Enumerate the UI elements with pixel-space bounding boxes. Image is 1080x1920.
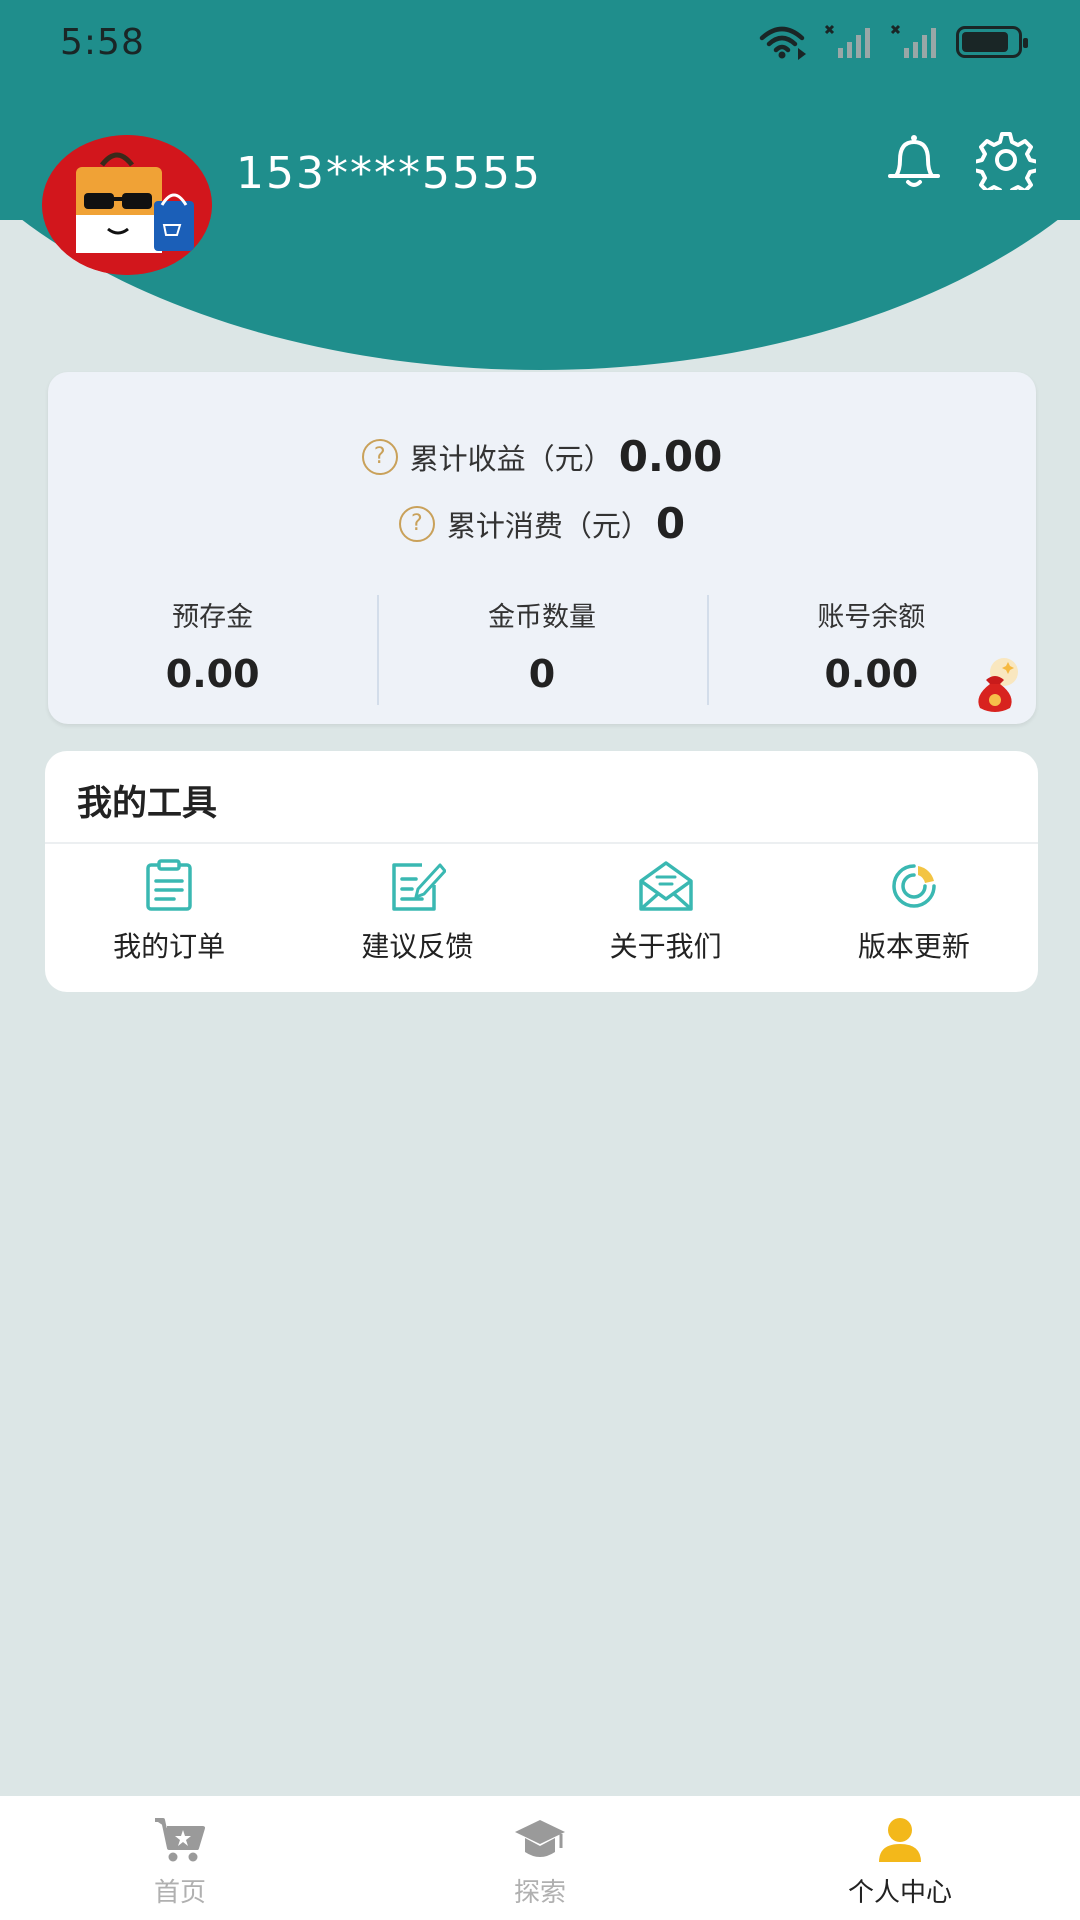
stat-coins[interactable]: 金币数量 0	[377, 587, 706, 705]
nav-home-label: 首页	[153, 1878, 206, 1908]
graduation-cap-icon	[515, 1820, 565, 1857]
tool-my-orders-label: 我的订单	[113, 930, 226, 963]
stat-prepaid-value: 0.00	[165, 652, 260, 696]
wifi-icon	[759, 26, 806, 60]
nav-profile[interactable]: 个人中心	[720, 1796, 1080, 1920]
user-icon	[879, 1818, 921, 1862]
signal-icon-1	[824, 24, 870, 58]
gear-icon[interactable]	[976, 130, 1036, 190]
tools-divider	[45, 842, 1038, 844]
tools-card: 我的工具 我的订单 建议反馈 关于我们 版本更新	[45, 751, 1038, 992]
total-income-label: 累计收益（元）	[409, 441, 613, 476]
tool-my-orders[interactable]: 我的订单	[45, 859, 293, 979]
total-spend-row: ? 累计消费（元） 0	[48, 499, 1036, 548]
tool-about-us-label: 关于我们	[609, 930, 722, 963]
total-income-row: ? 累计收益（元） 0.00	[48, 432, 1036, 481]
stat-prepaid[interactable]: 预存金 0.00	[48, 587, 377, 697]
total-spend-label: 累计消费（元）	[446, 508, 650, 543]
username: 153****5555	[236, 148, 542, 199]
nav-explore-label: 探索	[513, 1878, 566, 1908]
total-spend-value: 0	[655, 499, 686, 548]
clipboard-icon	[146, 859, 192, 911]
tool-version-update[interactable]: 版本更新	[790, 859, 1038, 979]
stats-card: ? 累计收益（元） 0.00 ? 累计消费（元） 0 预存金 0.00 金币数量…	[48, 372, 1036, 724]
tool-feedback[interactable]: 建议反馈	[293, 859, 541, 979]
stat-columns: 预存金 0.00 金币数量 0 账号余额 0.00	[48, 587, 1036, 705]
tool-version-update-label: 版本更新	[857, 930, 970, 963]
avatar[interactable]	[42, 135, 212, 275]
tools-grid: 我的订单 建议反馈 关于我们 版本更新	[45, 859, 1038, 979]
bottom-nav: 首页 探索 个人中心	[0, 1796, 1080, 1920]
stat-prepaid-label: 预存金	[172, 602, 254, 633]
help-icon[interactable]: ?	[398, 505, 435, 542]
signal-icon-2	[890, 24, 936, 58]
status-time: 5:58	[60, 22, 145, 63]
status-icons	[758, 24, 1028, 60]
refresh-ring-icon	[892, 864, 936, 908]
bell-icon[interactable]	[884, 132, 944, 188]
envelope-icon	[638, 861, 693, 911]
stat-coins-value: 0	[528, 652, 556, 696]
tool-about-us[interactable]: 关于我们	[542, 859, 790, 979]
tools-title: 我的工具	[77, 784, 218, 824]
edit-note-icon	[392, 863, 447, 911]
stat-balance-label: 账号余额	[817, 602, 926, 633]
nav-home[interactable]: 首页	[0, 1796, 360, 1920]
cart-icon	[155, 1818, 205, 1862]
help-icon[interactable]: ?	[361, 438, 398, 475]
nav-explore[interactable]: 探索	[360, 1796, 720, 1920]
nav-profile-label: 个人中心	[847, 1878, 952, 1908]
money-bag-icon[interactable]	[964, 656, 1026, 718]
battery-icon	[956, 26, 1028, 58]
profile-page: 5:58 153****5555 ? 累计收益（元） 0.00 ? 累计消费（元…	[0, 0, 1080, 1920]
status-bar: 5:58	[0, 0, 1080, 90]
stat-coins-label: 金币数量	[487, 602, 596, 633]
tool-feedback-label: 建议反馈	[361, 930, 474, 963]
shopping-bag-cat-avatar	[42, 135, 212, 275]
total-income-value: 0.00	[618, 432, 723, 481]
